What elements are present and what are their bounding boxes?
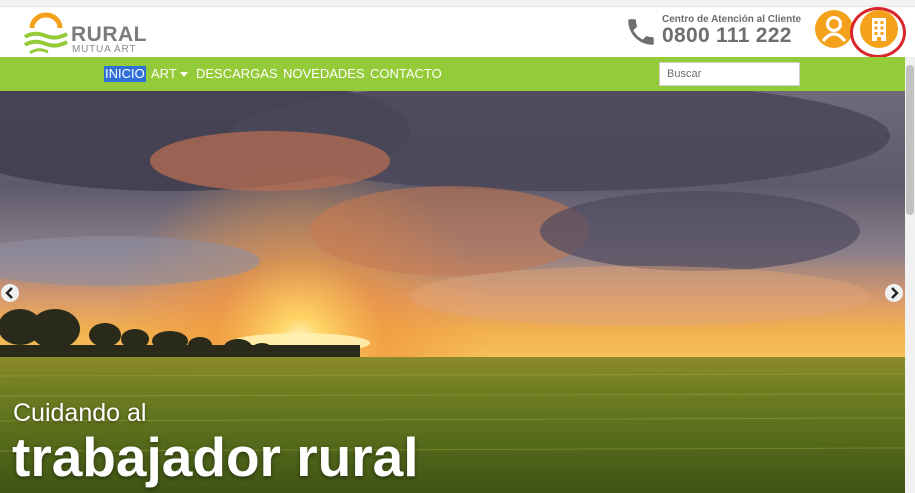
nav-item-descargas[interactable]: DESCARGAS bbox=[196, 66, 278, 82]
browser-top-edge bbox=[0, 0, 915, 7]
logo-name: RURAL bbox=[71, 23, 147, 46]
user-account-button[interactable] bbox=[815, 10, 853, 48]
slider-prev-button[interactable] bbox=[1, 284, 19, 302]
nav-item-art[interactable]: ART bbox=[151, 66, 188, 82]
phone-icon bbox=[628, 19, 654, 45]
site-header: RURAL MUTUA ART Centro de Atención al Cl… bbox=[0, 7, 906, 58]
highlight-ring bbox=[850, 7, 906, 58]
customer-service-phone[interactable]: 0800 111 222 bbox=[662, 24, 792, 48]
logo-mark-icon bbox=[23, 12, 68, 55]
user-icon bbox=[821, 16, 847, 43]
slider-next-button[interactable] bbox=[885, 284, 903, 302]
page-scrollbar[interactable] bbox=[905, 57, 915, 493]
logo-subtitle: MUTUA ART bbox=[72, 44, 137, 55]
chevron-left-icon bbox=[5, 287, 13, 299]
hero-slider: Cuidando al trabajador rural bbox=[0, 91, 905, 493]
chevron-right-icon bbox=[891, 287, 899, 299]
main-nav: INICIO ART DESCARGAS NOVEDADES CONTACTO bbox=[0, 57, 905, 91]
nav-item-art-label: ART bbox=[151, 66, 177, 81]
nav-item-novedades[interactable]: NOVEDADES bbox=[283, 66, 365, 82]
hero-subtitle: Cuidando al bbox=[13, 399, 147, 427]
nav-item-contacto[interactable]: CONTACTO bbox=[370, 66, 442, 82]
scrollbar-thumb[interactable] bbox=[906, 65, 914, 215]
search-input[interactable] bbox=[659, 62, 800, 86]
caret-down-icon bbox=[179, 72, 188, 78]
hero-title: trabajador rural bbox=[12, 426, 419, 488]
logo[interactable]: RURAL MUTUA ART bbox=[22, 9, 152, 57]
nav-item-inicio[interactable]: INICIO bbox=[104, 66, 146, 82]
